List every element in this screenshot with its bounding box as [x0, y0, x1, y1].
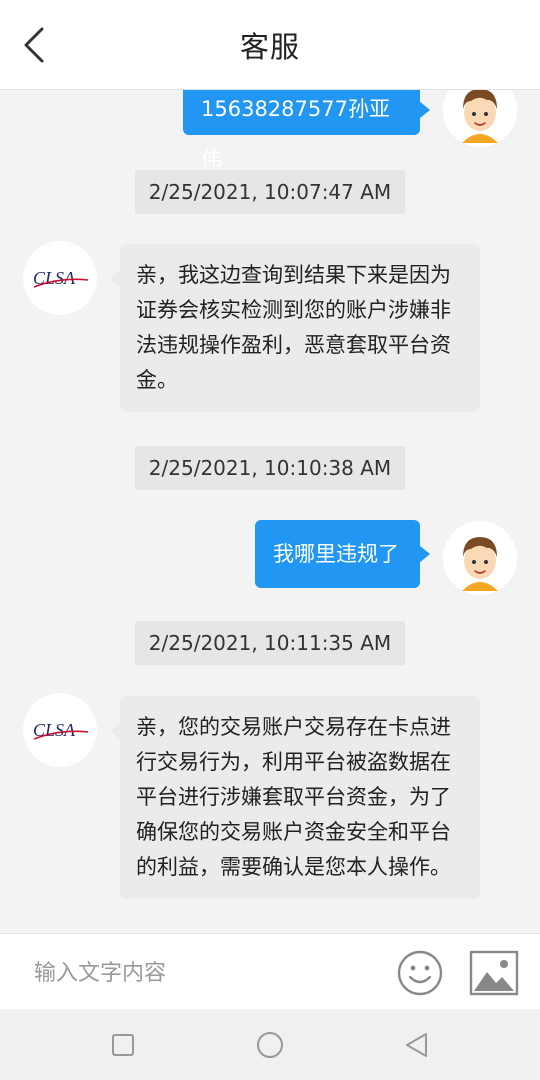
message-line: 确保您的交易账户资金安全和平台: [136, 820, 451, 844]
message-line: 亲，我这边查询到结果下来是因为: [136, 263, 451, 287]
smiley-icon: [397, 950, 443, 996]
timestamp: 2/25/2021, 10:11:35 AM: [135, 621, 405, 665]
image-icon: [469, 950, 519, 996]
agent-avatar[interactable]: CLSA: [23, 693, 97, 767]
message-line: 的利益，需要确认是您本人操作。: [136, 855, 451, 879]
message-input[interactable]: [34, 956, 364, 990]
message-line: 金。: [136, 368, 178, 392]
clsa-logo-icon: CLSA: [33, 720, 89, 740]
message-line: 亲，您的交易账户交易存在卡点进: [136, 715, 451, 739]
user-avatar-icon: [462, 537, 498, 591]
user-avatar[interactable]: [443, 90, 517, 147]
message-line: 平台进行涉嫌套取平台资金，为了: [136, 785, 451, 809]
outgoing-message: 15638287577孙亚伟: [183, 90, 430, 172]
circle-icon: [257, 1032, 283, 1058]
message-text: 我哪里违规了: [273, 542, 399, 566]
timestamp: 2/25/2021, 10:10:38 AM: [135, 446, 405, 490]
timestamp: 2/25/2021, 10:07:47 AM: [135, 170, 405, 214]
emoji-button[interactable]: [396, 949, 444, 997]
recent-apps-button[interactable]: [105, 1027, 141, 1063]
agent-avatar[interactable]: CLSA: [23, 241, 97, 315]
message-text: 15638287577孙亚伟: [201, 97, 390, 172]
image-button[interactable]: [469, 950, 519, 996]
triangle-icon: [406, 1033, 427, 1057]
clsa-logo-icon: CLSA: [33, 268, 89, 288]
square-icon: [112, 1034, 134, 1056]
incoming-message: 亲，您的交易账户交易存在卡点进 行交易行为，利用平台被盗数据在 平台进行涉嫌套取…: [110, 696, 480, 899]
incoming-message: 亲，我这边查询到结果下来是因为 证券会核实检测到您的账户涉嫌非 法违规操作盈利，…: [110, 244, 480, 412]
user-avatar-icon: [462, 90, 498, 143]
message-line: 法违规操作盈利，恶意套取平台资: [136, 333, 451, 357]
page-title: 客服: [239, 30, 300, 64]
outgoing-message: 我哪里违规了: [255, 520, 430, 588]
system-nav-bar: [0, 1009, 540, 1080]
chat-area[interactable]: 15638287577孙亚伟 2/25/2021, 10:07:47 AM CL…: [0, 90, 540, 933]
nav-back-button[interactable]: [399, 1027, 435, 1063]
message-line: 证券会核实检测到您的账户涉嫌非: [136, 298, 451, 322]
top-bar: 客服: [0, 0, 540, 90]
message-input-bar: [0, 933, 540, 1009]
home-button[interactable]: [252, 1027, 288, 1063]
user-avatar[interactable]: [443, 521, 517, 595]
message-line: 行交易行为，利用平台被盗数据在: [136, 750, 451, 774]
